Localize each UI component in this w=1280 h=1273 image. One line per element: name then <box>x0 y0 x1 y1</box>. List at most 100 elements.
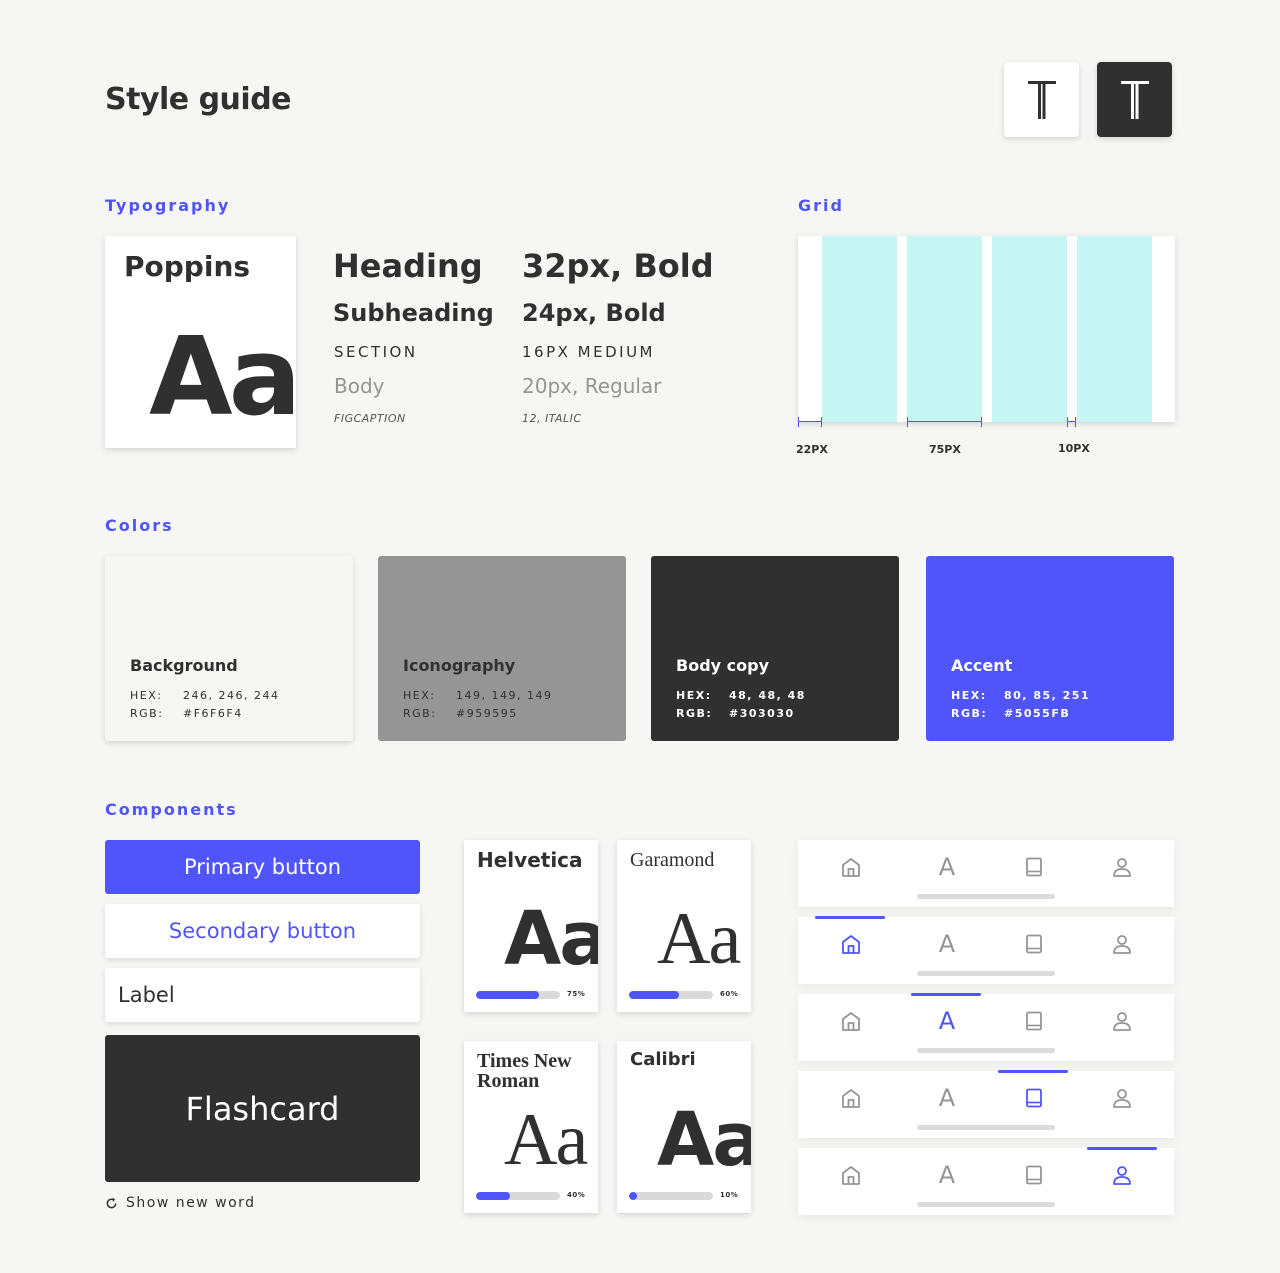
color-hex-row: HEX: 80, 85, 251 <box>951 689 1089 702</box>
home-icon <box>840 1010 862 1032</box>
progress-track <box>629 991 713 999</box>
grid-preview <box>798 236 1175 422</box>
progress-fill <box>629 1192 638 1200</box>
home-indicator <box>917 1125 1055 1130</box>
hex-value: 246, 246, 244 <box>183 689 280 702</box>
color-hex-row: HEX: 48, 48, 48 <box>676 689 804 702</box>
nav-item-profile[interactable] <box>1109 931 1135 957</box>
home-icon <box>840 933 862 955</box>
type-spec-heading: 32px, Bold <box>522 247 714 285</box>
font-card-sample: Aa <box>504 1099 588 1181</box>
font-icon: A <box>938 1084 956 1112</box>
hex-label: HEX: <box>130 689 163 702</box>
progress-track <box>476 991 560 999</box>
active-tab-indicator <box>1087 1147 1157 1150</box>
refresh-icon <box>106 1197 117 1208</box>
grid-column <box>822 236 897 422</box>
nav-item-library[interactable] <box>1021 1162 1047 1188</box>
show-new-word-label: Show new word <box>126 1195 256 1211</box>
active-tab-indicator <box>998 1070 1068 1073</box>
type-spec-figcaption: 12, ITALIC <box>522 412 582 425</box>
book-icon <box>1023 1010 1045 1032</box>
font-card-sample: Aa <box>657 1097 751 1183</box>
rgb-label: RGB: <box>676 707 713 720</box>
font-icon: A <box>938 930 956 958</box>
show-new-word-button[interactable]: Show new word <box>105 1195 256 1211</box>
hex-label: HEX: <box>403 689 436 702</box>
primary-button[interactable]: Primary button <box>105 840 420 894</box>
nav-item-fonts[interactable]: A <box>934 854 960 880</box>
color-rgb-row: RGB: #959595 <box>403 707 516 720</box>
profile-icon <box>1111 1010 1133 1032</box>
rgb-label: RGB: <box>130 707 164 720</box>
progress-track <box>476 1192 560 1200</box>
nav-item-home[interactable] <box>838 931 864 957</box>
dark-theme-button[interactable] <box>1097 62 1172 137</box>
color-rgb-row: RGB: #F6F6F4 <box>130 707 241 720</box>
type-spec-section: 16PX MEDIUM <box>522 343 655 361</box>
rgb-value: #303030 <box>729 707 795 720</box>
nav-item-fonts[interactable]: A <box>934 1162 960 1188</box>
type-style-section: SECTION <box>334 343 418 361</box>
secondary-button[interactable]: Secondary button <box>105 904 420 958</box>
progress-percent: 40% <box>567 1191 586 1199</box>
nav-item-fonts[interactable]: A <box>934 1085 960 1111</box>
color-name: Iconography <box>403 656 516 675</box>
nav-item-home[interactable] <box>838 1008 864 1034</box>
rgb-value: #F6F6F4 <box>183 707 243 720</box>
bottom-nav-bar: A <box>798 1147 1174 1215</box>
active-tab-indicator <box>815 916 885 919</box>
progress-percent: 75% <box>567 990 586 998</box>
nav-item-library[interactable] <box>1021 1008 1047 1034</box>
nav-item-profile[interactable] <box>1109 1162 1135 1188</box>
type-spec-subheading: 24px, Bold <box>522 299 666 327</box>
light-theme-button[interactable] <box>1004 62 1079 137</box>
progress-track <box>629 1192 713 1200</box>
font-card-garamond[interactable]: Garamond Aa 60% <box>617 840 751 1012</box>
profile-icon <box>1111 933 1133 955</box>
home-icon <box>840 856 862 878</box>
nav-item-profile[interactable] <box>1109 854 1135 880</box>
nav-item-home[interactable] <box>838 854 864 880</box>
color-hex-row: HEX: 149, 149, 149 <box>403 689 551 702</box>
hex-label: HEX: <box>676 689 712 702</box>
font-card-calibri[interactable]: Calibri Aa 10% <box>617 1041 751 1213</box>
typeface-icon <box>1027 80 1056 119</box>
nav-item-library[interactable] <box>1021 1085 1047 1111</box>
color-hex-row: HEX: 246, 246, 244 <box>130 689 278 702</box>
home-icon <box>840 1164 862 1186</box>
home-indicator <box>917 1048 1055 1053</box>
progress-percent: 10% <box>720 1191 739 1199</box>
book-icon <box>1023 1087 1045 1109</box>
font-card-helvetica[interactable]: Helvetica Aa 75% <box>464 840 598 1012</box>
section-title-typography: Typography <box>105 196 231 215</box>
nav-item-profile[interactable] <box>1109 1008 1135 1034</box>
font-specimen-card: Poppins Aa <box>105 236 296 448</box>
font-card-times-new-roman[interactable]: Times New Roman Aa 40% <box>464 1041 598 1213</box>
nav-item-profile[interactable] <box>1109 1085 1135 1111</box>
page-title: Style guide <box>105 82 292 117</box>
nav-item-fonts[interactable]: A <box>934 931 960 957</box>
font-icon: A <box>938 1161 956 1189</box>
font-card-name: Calibri <box>630 1049 696 1070</box>
color-rgb-row: RGB: #303030 <box>676 707 793 720</box>
book-icon <box>1023 933 1045 955</box>
grid-column-marker <box>907 417 982 427</box>
progress-fill <box>476 1192 510 1200</box>
type-style-subheading: Subheading <box>333 299 494 327</box>
label-field[interactable]: Label <box>105 968 420 1022</box>
font-card-name: Times New Roman <box>477 1050 572 1092</box>
flashcard[interactable]: Flashcard <box>105 1035 420 1182</box>
nav-item-home[interactable] <box>838 1085 864 1111</box>
bottom-nav-bar: A <box>798 840 1174 907</box>
nav-item-library[interactable] <box>1021 931 1047 957</box>
typeface-icon <box>1120 80 1149 119</box>
progress-percent: 60% <box>720 990 739 998</box>
nav-item-fonts[interactable]: A <box>934 1008 960 1034</box>
font-sample: Aa <box>149 315 296 440</box>
type-spec-body: 20px, Regular <box>522 374 662 398</box>
nav-item-library[interactable] <box>1021 854 1047 880</box>
font-card-sample: Aa <box>504 896 598 982</box>
nav-item-home[interactable] <box>838 1162 864 1188</box>
type-style-figcaption: FIGCAPTION <box>334 412 406 425</box>
